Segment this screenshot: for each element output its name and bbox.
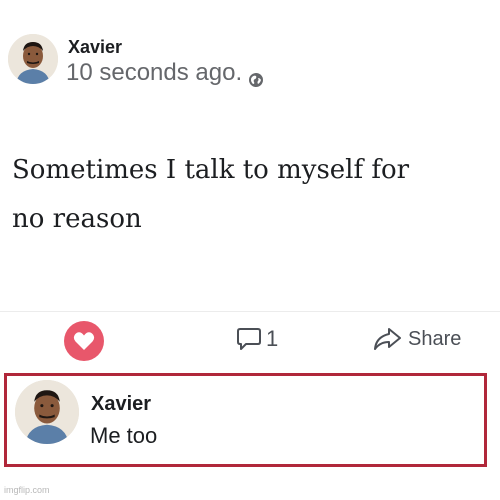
comment-bubble-icon bbox=[237, 328, 261, 350]
post-text: Sometimes I talk to myself for no reason bbox=[12, 146, 492, 244]
post-author-avatar[interactable] bbox=[8, 34, 58, 84]
heart-icon bbox=[73, 332, 95, 350]
comment-count: 1 bbox=[266, 326, 279, 351]
share-button[interactable]: Share bbox=[372, 326, 461, 352]
post-timestamp[interactable]: 10 seconds ago. bbox=[66, 59, 264, 87]
comment-author-avatar[interactable] bbox=[15, 380, 79, 444]
timestamp-text: 10 seconds ago. bbox=[66, 59, 243, 86]
divider bbox=[0, 311, 500, 312]
post-text-line: Sometimes I talk to myself for bbox=[12, 155, 410, 185]
post-author-name[interactable]: Xavier bbox=[68, 37, 122, 58]
globe-icon bbox=[248, 67, 264, 87]
share-label: Share bbox=[408, 327, 462, 350]
comment-button[interactable]: 1 bbox=[236, 326, 278, 352]
comment-highlight-box: Xavier Me too bbox=[4, 373, 487, 467]
post-text-line: no reason bbox=[12, 204, 142, 234]
share-arrow-icon bbox=[374, 328, 401, 350]
like-button[interactable] bbox=[64, 321, 104, 361]
comment-author-name[interactable]: Xavier bbox=[91, 393, 151, 416]
watermark: imgflip.com bbox=[4, 485, 50, 495]
comment-text: Me too bbox=[90, 423, 158, 448]
post-header: Xavier 10 seconds ago. bbox=[8, 34, 388, 88]
post-actions-bar: 1 Share bbox=[0, 318, 500, 362]
